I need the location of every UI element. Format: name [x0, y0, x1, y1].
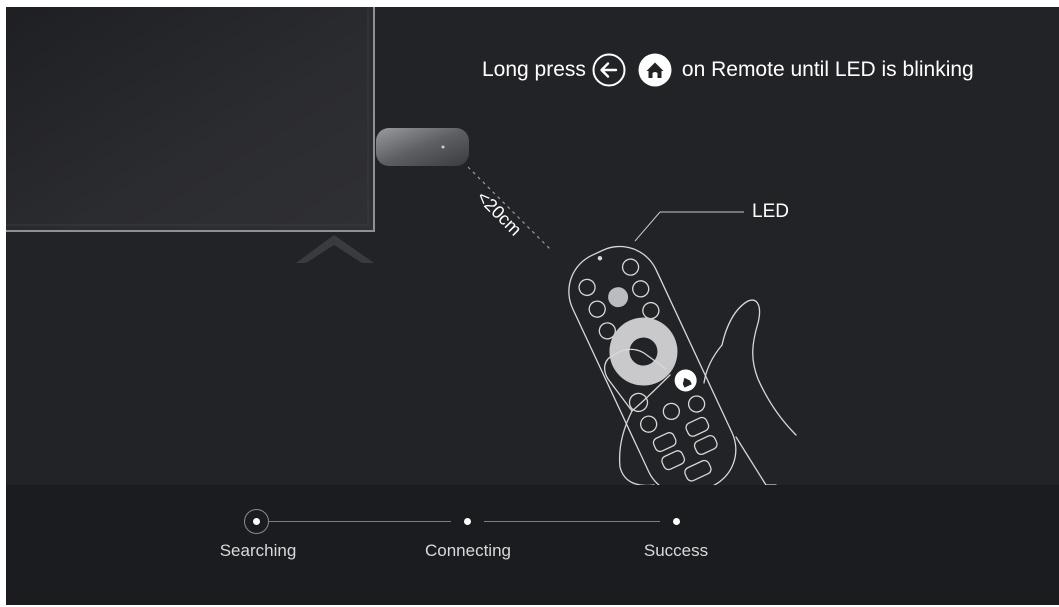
dongle-icon	[376, 128, 469, 166]
step-connector	[269, 521, 451, 522]
back-arrow-icon	[592, 53, 626, 87]
step-indicator	[673, 518, 680, 525]
tv-icon	[6, 7, 375, 263]
step-indicator-active	[244, 509, 269, 534]
progress-steps: Searching Connecting Success	[6, 485, 1059, 605]
home-icon	[638, 53, 672, 87]
pairing-screen: Long press on Remote until LED is blinki…	[6, 7, 1059, 605]
instruction-text: Long press on Remote until LED is blinki…	[482, 50, 974, 90]
instruction-suffix: on Remote until LED is blinking	[681, 58, 974, 81]
step-indicator	[464, 518, 471, 525]
led-pointer-line	[634, 211, 661, 242]
led-label: LED	[752, 201, 789, 222]
step-connector	[484, 521, 660, 522]
step-label-connecting: Connecting	[424, 541, 512, 560]
instruction-prefix: Long press	[482, 58, 586, 81]
step-label-success: Success	[643, 541, 709, 560]
step-label-searching: Searching	[219, 541, 297, 560]
